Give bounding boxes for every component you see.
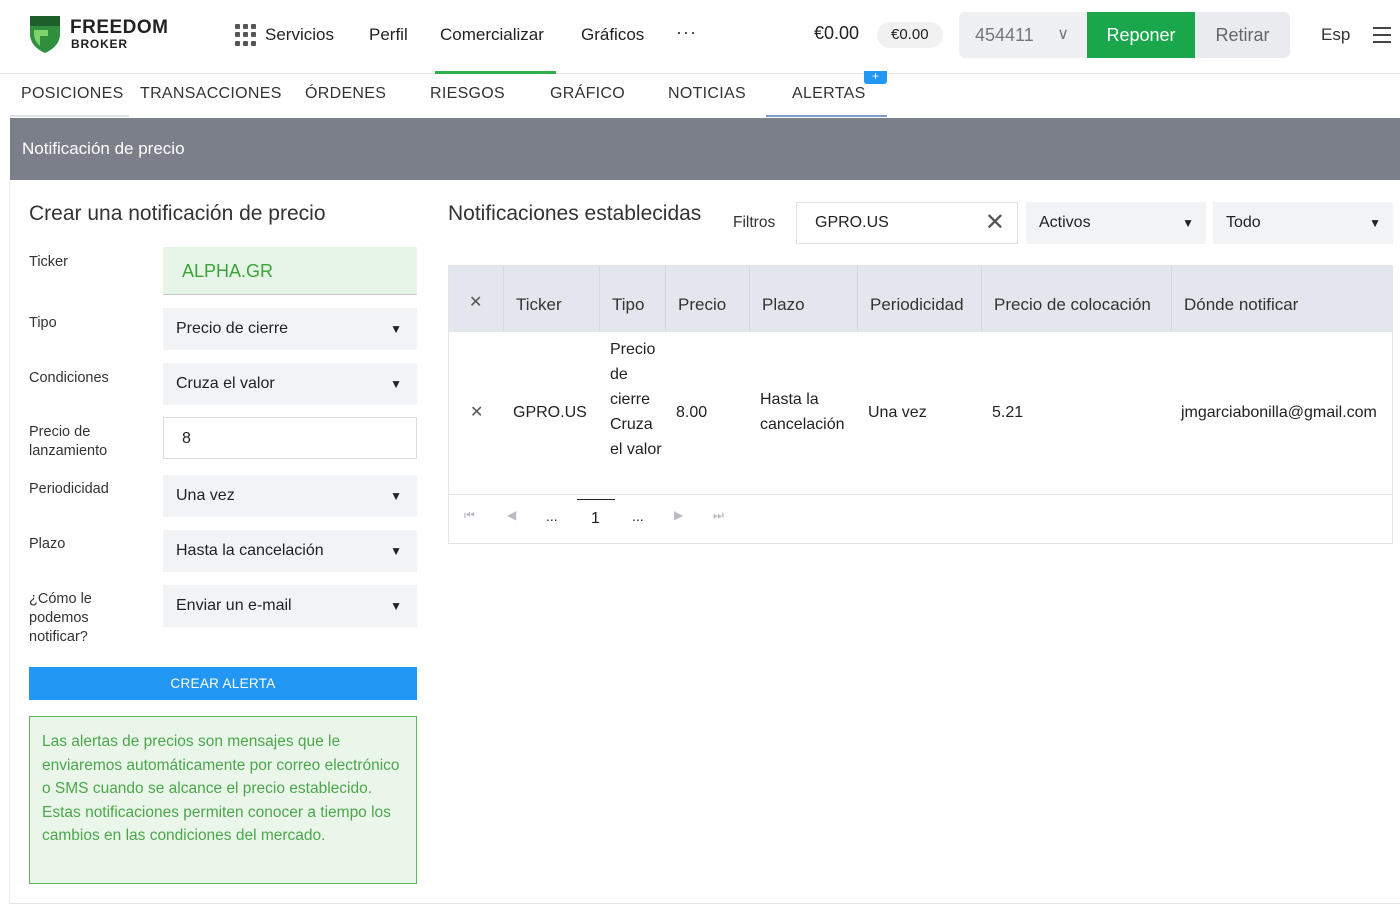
row-precio-colocacion: 5.21: [992, 404, 1024, 421]
dropdown-arrow-icon: ▼: [390, 377, 402, 391]
plazo-value: Hasta la cancelación: [176, 542, 324, 559]
top-header: FREEDOM BROKER Servicios Perfil Comercia…: [0, 0, 1400, 74]
form-title: Crear una notificación de precio: [29, 202, 326, 225]
row-precio: 8.00: [676, 404, 708, 421]
account-balance: €0.00: [814, 23, 860, 43]
notifications-title: Notificaciones establecidas: [448, 202, 702, 225]
notificar-select[interactable]: Enviar un e-mail ▼: [163, 585, 417, 627]
tipo-label: Tipo: [29, 315, 57, 331]
pager-ellipsis-right[interactable]: ...: [632, 508, 644, 524]
column-header[interactable]: Precio de colocación: [982, 266, 1172, 332]
nav-servicios[interactable]: Servicios: [265, 23, 334, 47]
reponer-button[interactable]: Reponer: [1087, 12, 1195, 58]
crear-alerta-button[interactable]: CREAR ALERTA: [29, 667, 417, 700]
scope-filter-value: Todo: [1226, 214, 1261, 231]
dropdown-arrow-icon: ▼: [1369, 216, 1381, 230]
row-donde: jmgarciabonilla@gmail.com: [1181, 404, 1377, 421]
notificar-label: ¿Cómo le podemos notificar?: [29, 591, 92, 645]
plazo-label: Plazo: [29, 536, 66, 552]
ticker-field[interactable]: ALPHA.GR: [163, 247, 417, 295]
tipo-value: Precio de cierre: [176, 320, 289, 337]
column-header[interactable]: Ticker: [504, 266, 600, 332]
status-filter-select[interactable]: Activos ▼: [1026, 202, 1206, 244]
pager-ellipsis-left[interactable]: ...: [546, 508, 558, 524]
tab-alertas[interactable]: ALERTAS: [792, 85, 866, 103]
tab-transacciones[interactable]: TRANSACCIONES: [140, 85, 282, 103]
tab-grafico[interactable]: GRÁFICO: [550, 85, 625, 103]
filters-label: Filtros: [733, 214, 776, 231]
row-divider: [449, 494, 1392, 495]
column-header[interactable]: Tipo: [600, 266, 666, 332]
scope-filter-select[interactable]: Todo ▼: [1213, 202, 1393, 244]
row-periodicidad: Una vez: [868, 404, 927, 421]
account-number: 454411: [975, 25, 1034, 45]
delete-row-icon[interactable]: ✕: [470, 400, 483, 425]
nav-perfil[interactable]: Perfil: [369, 23, 408, 47]
precio-lanzamiento-input[interactable]: 8: [163, 417, 417, 459]
ticker-filter-value: GPRO.US: [815, 214, 889, 231]
apps-grid-icon[interactable]: [235, 24, 257, 46]
brand-subtitle: BROKER: [71, 37, 128, 51]
dropdown-arrow-icon: ▼: [390, 599, 402, 613]
tab-posiciones[interactable]: POSICIONES: [21, 85, 124, 103]
notificar-value: Enviar un e-mail: [176, 597, 292, 614]
tipo-select[interactable]: Precio de cierre ▼: [163, 308, 417, 350]
column-header[interactable]: Periodicidad: [858, 266, 982, 332]
table-header: ✕ Ticker Tipo Precio Plazo Periodicidad …: [449, 266, 1392, 332]
condiciones-label: Condiciones: [29, 370, 109, 386]
periodicidad-label: Periodicidad: [29, 481, 109, 497]
panel-title: Notificación de precio: [10, 118, 1400, 180]
current-page[interactable]: 1: [591, 510, 600, 528]
retirar-button[interactable]: Retirar: [1195, 12, 1290, 58]
language-selector[interactable]: Esp: [1321, 25, 1350, 45]
dropdown-arrow-icon: ▼: [1182, 216, 1194, 230]
hamburger-menu-icon[interactable]: [1373, 27, 1391, 43]
status-filter-value: Activos: [1039, 214, 1091, 231]
tab-ordenes[interactable]: ÓRDENES: [305, 85, 386, 103]
sub-tabs: POSICIONES TRANSACCIONES ÓRDENES RIESGOS…: [0, 70, 1400, 118]
notifications-table: ✕ Ticker Tipo Precio Plazo Periodicidad …: [448, 265, 1393, 544]
plazo-select[interactable]: Hasta la cancelación ▼: [163, 530, 417, 572]
periodicidad-value: Una vez: [176, 487, 235, 504]
last-page-icon[interactable]: ⏭: [713, 508, 724, 523]
tab-alertas-underline: [766, 115, 887, 117]
dropdown-arrow-icon: ▼: [390, 544, 402, 558]
brand-name: FREEDOM: [70, 17, 169, 38]
column-header[interactable]: Plazo: [750, 266, 858, 332]
row-plazo: Hasta la cancelación: [760, 391, 845, 433]
condiciones-value: Cruza el valor: [176, 375, 275, 392]
account-selector[interactable]: 454411 ∨: [959, 12, 1087, 58]
brand-logo[interactable]: FREEDOM BROKER: [28, 14, 168, 58]
clear-filter-icon[interactable]: ✕: [985, 203, 1005, 243]
dropdown-arrow-icon: ▼: [390, 322, 402, 336]
info-box: Las alertas de precios son mensajes que …: [29, 716, 417, 884]
delete-all-icon[interactable]: ✕: [449, 266, 504, 332]
precio-lanzamiento-label: Precio de lanzamiento: [29, 424, 108, 459]
tab-noticias[interactable]: NOTICIAS: [668, 85, 746, 103]
tab-posiciones-underline: [10, 115, 129, 117]
bottom-border: [10, 903, 1400, 904]
ticker-filter-input[interactable]: GPRO.US ✕: [796, 202, 1018, 244]
dropdown-arrow-icon: ▼: [390, 489, 402, 503]
nav-comercializar[interactable]: Comercializar: [440, 23, 544, 47]
row-tipo: Precio de cierre Cruza el valor: [610, 341, 662, 458]
prev-page-icon[interactable]: ◀: [507, 508, 516, 522]
ticker-label: Ticker: [29, 254, 68, 270]
content-left-border: [9, 180, 10, 904]
column-header[interactable]: Dónde notificar: [1172, 266, 1392, 332]
current-page-indicator: [577, 499, 615, 500]
nav-graficos[interactable]: Gráficos: [581, 23, 644, 47]
tab-riesgos[interactable]: RIESGOS: [430, 85, 505, 103]
add-alert-badge[interactable]: +: [864, 70, 887, 84]
shield-logo-icon: [30, 16, 60, 53]
more-dots-icon[interactable]: ···: [676, 22, 697, 43]
condiciones-select[interactable]: Cruza el valor ▼: [163, 363, 417, 405]
row-ticker: GPRO.US: [513, 404, 587, 421]
periodicidad-select[interactable]: Una vez ▼: [163, 475, 417, 517]
first-page-icon[interactable]: ⏮: [464, 508, 475, 523]
chevron-down-icon: ∨: [1057, 26, 1069, 43]
column-header[interactable]: Precio: [666, 266, 750, 332]
next-page-icon[interactable]: ▶: [674, 508, 683, 522]
balance-chip: €0.00: [877, 22, 943, 48]
